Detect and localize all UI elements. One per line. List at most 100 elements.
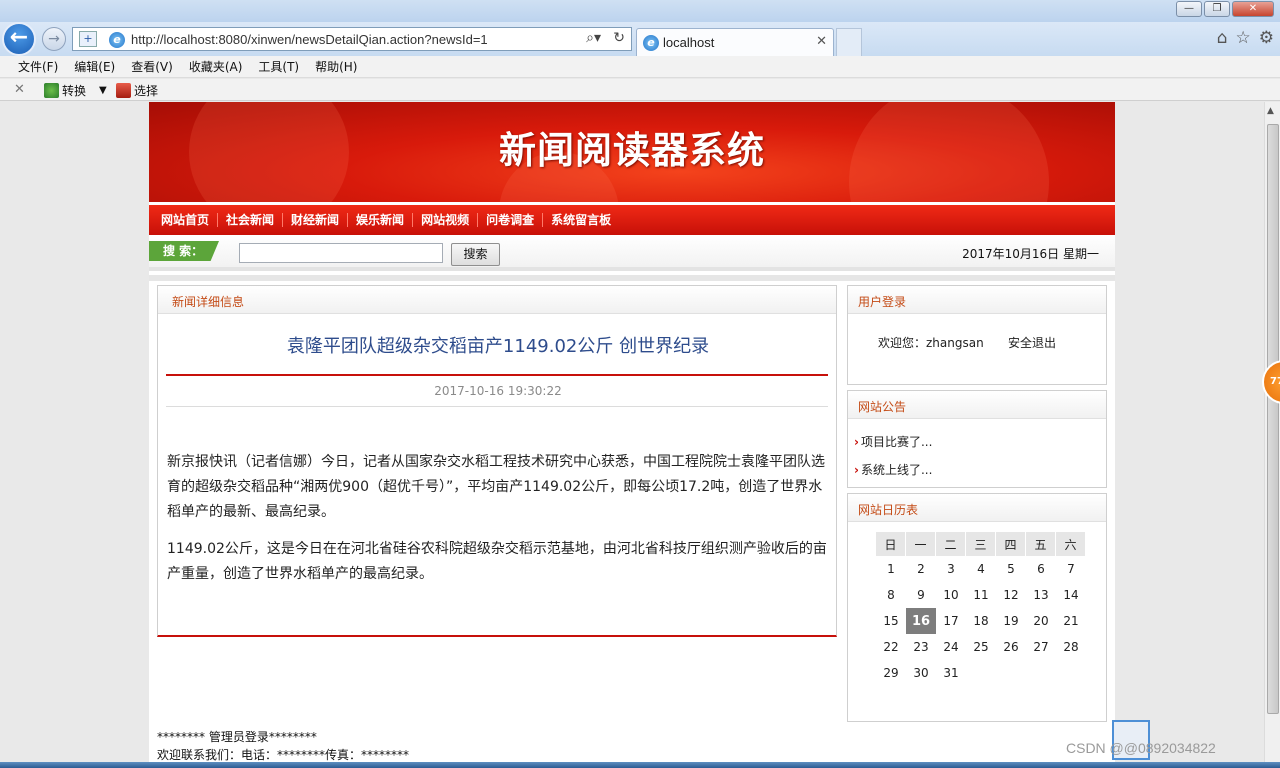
menu-favorites[interactable]: 收藏夹(A) xyxy=(189,58,243,75)
weekday-tue: 二 xyxy=(936,532,966,556)
weekday-mon: 一 xyxy=(906,532,936,556)
select-button[interactable]: 选择 xyxy=(116,82,158,99)
notice-item[interactable]: 系统上线了... xyxy=(854,461,932,478)
tab-close-icon[interactable]: ✕ xyxy=(816,34,827,49)
menu-edit[interactable]: 编辑(E) xyxy=(74,58,115,75)
calendar-week-row: 22 23 24 25 26 27 28 xyxy=(876,634,1086,660)
calendar-day[interactable]: 27 xyxy=(1026,634,1056,660)
convert-button[interactable]: 转换 ▼ xyxy=(44,82,107,99)
nav-guestbook[interactable]: 系统留言板 xyxy=(543,213,619,227)
address-bar[interactable]: + e http://localhost:8080/xinwen/newsDet… xyxy=(72,27,632,51)
select-icon xyxy=(116,83,131,98)
article-body: 新京报快讯（记者信娜）今日，记者从国家杂交水稻工程技术研究中心获悉，中国工程院院… xyxy=(167,450,827,599)
calendar-panel: 网站日历表 日 一 二 三 四 五 六 1 2 3 4 5 6 7 8 9 10… xyxy=(847,493,1107,722)
admin-login-link[interactable]: ******** 管理员登录******** xyxy=(157,728,409,746)
minimize-button[interactable]: — xyxy=(1176,1,1202,17)
calendar-day[interactable]: 31 xyxy=(936,660,966,686)
calendar-day[interactable]: 18 xyxy=(966,608,996,634)
browser-tab[interactable]: e localhost ✕ xyxy=(636,28,834,56)
calendar-day[interactable]: 30 xyxy=(906,660,936,686)
close-window-button[interactable]: ✕ xyxy=(1232,1,1274,17)
calendar-day[interactable]: 2 xyxy=(906,556,936,582)
current-date: 2017年10月16日 星期一 xyxy=(962,247,1099,261)
calendar-day[interactable]: 19 xyxy=(996,608,1026,634)
watermark-text: CSDN @@0892034822 xyxy=(1066,740,1216,756)
calendar-day[interactable]: 3 xyxy=(936,556,966,582)
forward-arrow-icon: → xyxy=(48,31,60,47)
title-divider xyxy=(166,374,828,376)
search-button[interactable]: 搜索 xyxy=(451,243,500,266)
calendar-day[interactable]: 26 xyxy=(996,634,1026,660)
calendar-day[interactable]: 17 xyxy=(936,608,966,634)
notice-item[interactable]: 项目比赛了... xyxy=(854,433,932,450)
calendar-day[interactable]: 11 xyxy=(966,582,996,608)
url-text[interactable]: http://localhost:8080/xinwen/newsDetailQ… xyxy=(131,32,488,47)
page-footer: ******** 管理员登录******** 欢迎联系我们：电话：*******… xyxy=(157,728,409,764)
compat-view-icon[interactable]: + xyxy=(79,31,97,47)
calendar-week-row: 1 2 3 4 5 6 7 xyxy=(876,556,1086,582)
calendar-day[interactable]: 28 xyxy=(1056,634,1086,660)
forward-button[interactable]: → xyxy=(42,27,66,51)
calendar-day[interactable]: 4 xyxy=(966,556,996,582)
calendar-day[interactable]: 6 xyxy=(1026,556,1056,582)
logout-link[interactable]: 安全退出 xyxy=(1008,334,1056,351)
nav-survey[interactable]: 问卷调查 xyxy=(478,213,544,227)
notice-panel-title: 网站公告 xyxy=(858,400,907,414)
maximize-button[interactable]: ❐ xyxy=(1204,1,1230,17)
nav-society[interactable]: 社会新闻 xyxy=(218,213,284,227)
calendar-day[interactable]: 8 xyxy=(876,582,906,608)
nav-video[interactable]: 网站视频 xyxy=(413,213,479,227)
back-button[interactable]: ← xyxy=(2,22,36,56)
calendar-day[interactable]: 22 xyxy=(876,634,906,660)
calendar-day[interactable]: 13 xyxy=(1026,582,1056,608)
weekday-wed: 三 xyxy=(966,532,996,556)
nav-home[interactable]: 网站首页 xyxy=(153,213,219,227)
scroll-up-arrow-icon[interactable]: ▲ xyxy=(1267,106,1274,116)
calendar-day[interactable]: 7 xyxy=(1056,556,1086,582)
content-divider xyxy=(149,275,1115,281)
menu-tools[interactable]: 工具(T) xyxy=(258,58,299,75)
scroll-thumb[interactable] xyxy=(1267,124,1279,714)
calendar-day[interactable]: 1 xyxy=(876,556,906,582)
calendar-week-row: 15 16 17 18 19 20 21 xyxy=(876,608,1086,634)
ie-favicon-icon: e xyxy=(109,32,125,48)
favorites-star-icon[interactable]: ☆ xyxy=(1236,28,1251,48)
page-container: 新闻阅读器系统 网站首页 社会新闻 财经新闻 娱乐新闻 网站视频 问卷调查 系统… xyxy=(149,102,1115,768)
tab-favicon-icon: e xyxy=(643,35,659,51)
site-banner: 新闻阅读器系统 xyxy=(149,102,1115,202)
close-command-bar-icon[interactable]: ✕ xyxy=(14,82,25,97)
menu-view[interactable]: 查看(V) xyxy=(131,58,173,75)
refresh-icon[interactable]: ↻ xyxy=(613,30,625,46)
calendar-day[interactable]: 12 xyxy=(996,582,1026,608)
new-tab-button[interactable] xyxy=(836,28,862,56)
nav-entertainment[interactable]: 娱乐新闻 xyxy=(348,213,414,227)
search-label: 搜 索： xyxy=(149,241,219,261)
menu-file[interactable]: 文件(F) xyxy=(18,58,58,75)
nav-finance[interactable]: 财经新闻 xyxy=(283,213,349,227)
calendar-day[interactable]: 10 xyxy=(936,582,966,608)
settings-gear-icon[interactable]: ⚙ xyxy=(1259,28,1274,48)
calendar-day[interactable]: 25 xyxy=(966,634,996,660)
search-input[interactable] xyxy=(239,243,443,263)
search-dropdown-icon[interactable]: ⌕▾ xyxy=(586,30,601,46)
calendar-day[interactable]: 15 xyxy=(876,608,906,634)
site-title: 新闻阅读器系统 xyxy=(499,129,765,172)
calendar-day[interactable]: 24 xyxy=(936,634,966,660)
calendar-day[interactable]: 9 xyxy=(906,582,936,608)
calendar-table: 日 一 二 三 四 五 六 1 2 3 4 5 6 7 8 9 10 11 12… xyxy=(876,532,1086,686)
vertical-scrollbar[interactable]: ▲ xyxy=(1264,102,1280,768)
calendar-day[interactable]: 14 xyxy=(1056,582,1086,608)
menu-help[interactable]: 帮助(H) xyxy=(315,58,357,75)
calendar-day[interactable]: 5 xyxy=(996,556,1026,582)
calendar-day-today[interactable]: 16 xyxy=(906,608,936,634)
window-controls: — ❐ ✕ xyxy=(1176,1,1274,17)
convert-dropdown-icon[interactable]: ▼ xyxy=(99,85,107,96)
home-icon[interactable]: ⌂ xyxy=(1217,28,1228,48)
calendar-day[interactable]: 21 xyxy=(1056,608,1086,634)
calendar-day[interactable]: 29 xyxy=(876,660,906,686)
notice-panel-header: 网站公告 xyxy=(848,391,1106,419)
article-panel-title: 新闻详细信息 xyxy=(172,295,245,309)
calendar-day[interactable]: 23 xyxy=(906,634,936,660)
weekday-sun: 日 xyxy=(876,532,906,556)
calendar-day[interactable]: 20 xyxy=(1026,608,1056,634)
